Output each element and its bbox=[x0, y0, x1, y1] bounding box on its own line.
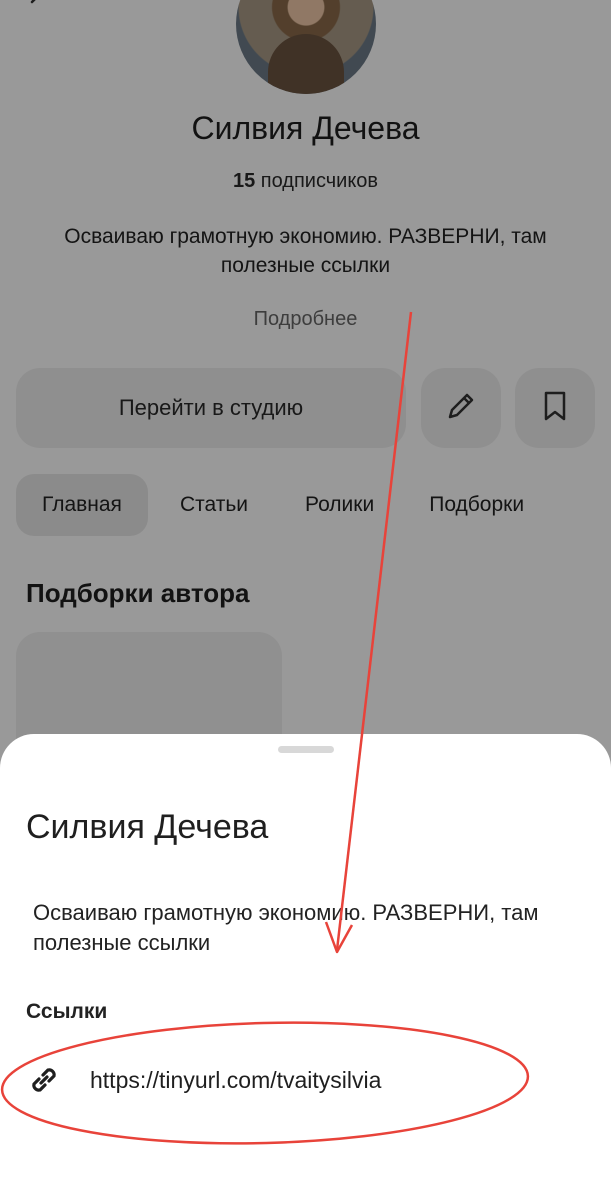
links-heading: Ссылки bbox=[26, 1000, 108, 1023]
sheet-profile-name: Силвия Дечева bbox=[26, 808, 269, 846]
link-icon bbox=[24, 1060, 64, 1100]
bottom-sheet: Силвия Дечева Осваиваю грамотную экономи… bbox=[0, 734, 611, 1200]
sheet-drag-handle[interactable] bbox=[278, 746, 334, 753]
sheet-bio: Осваиваю грамотную экономию. РАЗВЕРНИ, т… bbox=[33, 900, 539, 955]
link-url[interactable]: https://tinyurl.com/tvaitysilvia bbox=[90, 1067, 381, 1094]
link-item[interactable]: https://tinyurl.com/tvaitysilvia bbox=[24, 1056, 584, 1104]
